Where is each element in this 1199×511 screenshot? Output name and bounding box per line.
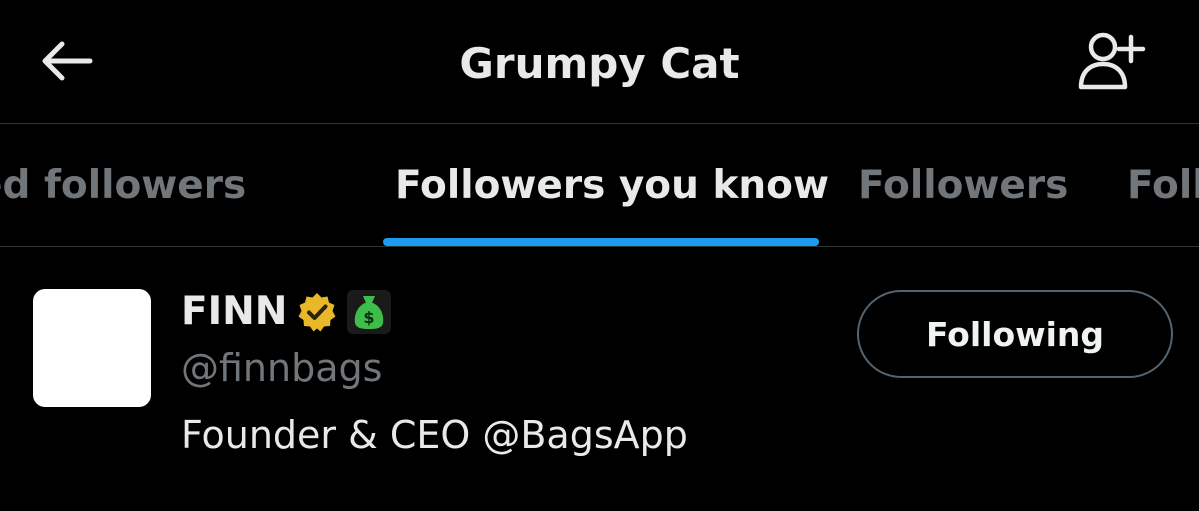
top-app-bar: Grumpy Cat xyxy=(0,0,1199,123)
tab-following[interactable]: Following xyxy=(1114,124,1199,246)
tab-label: Followers you know xyxy=(395,163,829,208)
following-button[interactable]: Following xyxy=(857,290,1173,378)
svg-text:$: $ xyxy=(364,308,375,327)
tab-bar: Verified followers Followers you know Fo… xyxy=(0,124,1199,246)
tab-followers[interactable]: Followers xyxy=(845,124,1075,246)
name-line: FINN $ xyxy=(181,287,392,337)
avatar[interactable] xyxy=(33,289,151,407)
display-name[interactable]: FINN xyxy=(181,287,287,337)
money-bag-icon: $ xyxy=(347,290,392,334)
user-handle: @finnbags xyxy=(181,346,383,390)
tab-verified-followers[interactable]: Verified followers xyxy=(0,124,340,246)
tab-label: Followers xyxy=(858,163,1069,208)
add-user-button[interactable] xyxy=(1070,26,1154,100)
gold-verified-badge-icon xyxy=(295,290,339,334)
user-bio: Founder & CEO @BagsApp xyxy=(181,413,688,457)
tab-label: Following xyxy=(1127,163,1199,208)
page-title: Grumpy Cat xyxy=(459,39,740,88)
user-cell[interactable]: FINN $ @finnbags Founder & CEO @BagsApp … xyxy=(0,247,1199,511)
tab-followers-you-know[interactable]: Followers you know xyxy=(383,124,829,246)
person-plus-icon xyxy=(1077,29,1147,97)
tab-label: Verified followers xyxy=(0,163,247,208)
active-tab-indicator xyxy=(383,238,819,246)
